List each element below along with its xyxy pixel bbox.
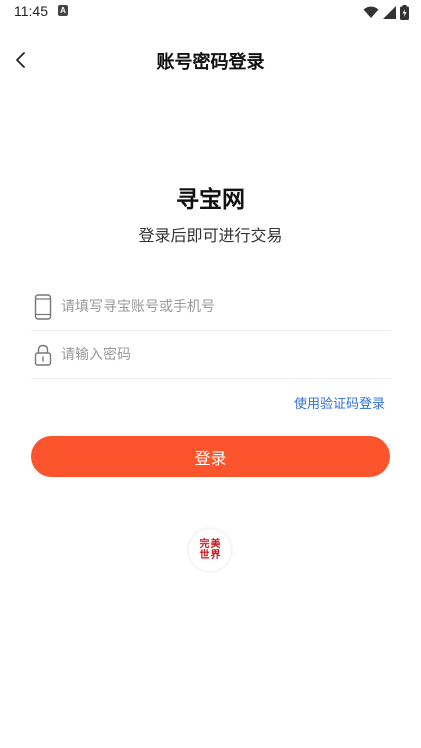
account-field-row <box>31 284 390 331</box>
page-title: 账号密码登录 <box>156 52 265 73</box>
status-bar: 11:45 A <box>0 0 421 24</box>
account-input[interactable] <box>61 299 390 315</box>
status-icons <box>363 4 409 20</box>
status-time: 11:45 <box>14 3 48 19</box>
password-input[interactable] <box>61 347 390 363</box>
brand-title: 寻宝网 <box>176 187 245 213</box>
perfect-world-login-button[interactable]: 完 美 世 界 <box>189 529 231 571</box>
header: 账号密码登录 <box>0 40 421 80</box>
battery-icon <box>400 4 409 20</box>
perfect-world-logo-icon: 完 美 世 界 <box>199 539 221 561</box>
signal-icon <box>383 5 396 19</box>
login-screen: 11:45 A 账号密码登录 寻宝网 登录后即可进行交易 请填写寻宝账号或手机号… <box>0 0 421 748</box>
phone-icon <box>31 294 55 320</box>
password-field-row <box>31 332 390 379</box>
login-button[interactable]: 登录 <box>31 436 390 477</box>
sms-login-link[interactable]: 使用验证码登录 <box>294 393 385 412</box>
brand-subtitle: 登录后即可进行交易 <box>138 226 283 245</box>
notification-a-icon: A <box>58 5 68 16</box>
lock-icon <box>31 342 55 368</box>
wifi-icon <box>363 6 379 18</box>
